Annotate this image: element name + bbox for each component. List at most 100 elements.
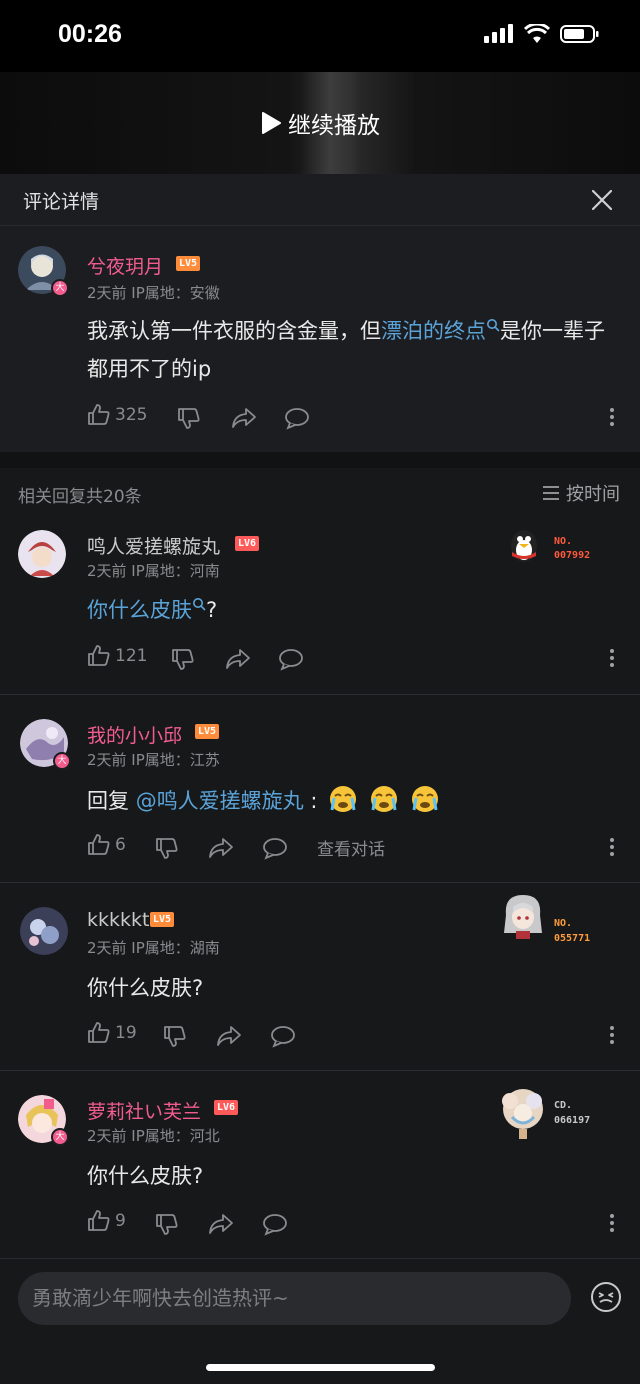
reply-icon[interactable] bbox=[262, 1212, 288, 1236]
reply-actions: 121 bbox=[87, 644, 617, 674]
main-comment: 大 兮夜玥月 LV5 2天前 IP属地：安徽 我承认第一件衣服的含金量，但漂泊的… bbox=[0, 226, 640, 452]
thumbs-up-icon bbox=[88, 404, 110, 425]
search-link[interactable]: 你什么皮肤 bbox=[87, 598, 192, 622]
fan-medal-label: NO. bbox=[554, 918, 573, 929]
reply-item: 鸣人爱搓螺旋丸 LV6 2天前 IP属地：河南 NO. 007992 你什么皮肤… bbox=[0, 516, 640, 694]
level-badge: LV6 bbox=[214, 1100, 239, 1115]
more-icon[interactable] bbox=[609, 1213, 615, 1233]
reply-icon[interactable] bbox=[278, 647, 304, 671]
play-icon bbox=[262, 112, 281, 134]
avatar[interactable]: 大 bbox=[18, 246, 69, 297]
thumbs-down-icon[interactable] bbox=[155, 836, 179, 860]
crying-emoji-icon bbox=[410, 784, 440, 826]
signal-icon bbox=[484, 24, 513, 43]
thumbs-up-icon bbox=[88, 1022, 110, 1043]
reply-actions: 6 查看对话 bbox=[87, 833, 617, 863]
reply-icon[interactable] bbox=[262, 836, 288, 860]
reply-meta: 2天前 IP属地：河南 bbox=[87, 562, 220, 580]
avatar[interactable]: 大 bbox=[20, 719, 71, 770]
avatar[interactable] bbox=[20, 907, 68, 955]
fan-medal-label: CD. bbox=[554, 1100, 573, 1111]
share-icon[interactable] bbox=[225, 647, 251, 671]
fan-medal-number: 055771 bbox=[554, 933, 591, 944]
thumbs-down-icon[interactable] bbox=[171, 647, 195, 671]
character-badge-icon bbox=[504, 895, 542, 939]
thumbs-down-icon[interactable] bbox=[155, 1212, 179, 1236]
like-button[interactable]: 19 bbox=[87, 1021, 137, 1045]
reply-item: 大 我的小小邱 LV5 2天前 IP属地：江苏 回复 @鸣人爱搓螺旋丸 : 6 … bbox=[0, 695, 640, 882]
like-button[interactable]: 325 bbox=[87, 403, 147, 427]
level-badge: LV6 bbox=[235, 536, 260, 551]
more-icon[interactable] bbox=[609, 837, 615, 857]
sort-icon bbox=[543, 486, 559, 500]
search-icon[interactable] bbox=[192, 597, 206, 611]
share-icon[interactable] bbox=[208, 836, 234, 860]
more-icon[interactable] bbox=[609, 1025, 615, 1045]
video-player[interactable]: 继续播放 bbox=[0, 72, 640, 174]
section-separator bbox=[0, 452, 640, 468]
status-time: 00:26 bbox=[58, 20, 122, 48]
group-badge-icon bbox=[502, 1089, 543, 1139]
search-link[interactable]: 漂泊的终点 bbox=[381, 319, 486, 343]
penguin-icon bbox=[511, 530, 537, 562]
resume-play-button[interactable]: 继续播放 bbox=[0, 72, 640, 174]
reply-item: kkkkktou LV5 2天前 IP属地：湖南 NO. 055771 你什么皮… bbox=[0, 883, 640, 1070]
fan-medal-label: NO. bbox=[554, 536, 573, 547]
reply-prefix: 回复 bbox=[87, 789, 136, 813]
wifi-icon bbox=[524, 24, 550, 43]
thumbs-up-icon bbox=[88, 1210, 110, 1231]
sort-button[interactable]: 按时间 bbox=[542, 480, 620, 506]
reply-actions: 19 bbox=[87, 1021, 617, 1051]
replies-header: 相关回复共20条 按时间 bbox=[0, 468, 640, 516]
home-indicator bbox=[206, 1364, 435, 1371]
thumbs-down-icon[interactable] bbox=[163, 1024, 187, 1048]
sort-label: 按时间 bbox=[566, 484, 620, 505]
crying-emoji-icon bbox=[328, 784, 358, 826]
share-icon[interactable] bbox=[208, 1212, 234, 1236]
like-button[interactable]: 9 bbox=[87, 1209, 126, 1233]
comment-text: 我承认第一件衣服的含金量，但 bbox=[87, 319, 381, 343]
emoji-icon[interactable] bbox=[590, 1281, 622, 1313]
page-title: 评论详情 bbox=[23, 191, 100, 213]
reply-icon[interactable] bbox=[270, 1024, 296, 1048]
fan-medal: NO. 055771 bbox=[500, 891, 610, 944]
avatar-image bbox=[18, 530, 66, 578]
like-count: 121 bbox=[115, 646, 148, 666]
comment-meta: 2天前 IP属地：安徽 bbox=[87, 284, 220, 302]
like-count: 325 bbox=[115, 405, 148, 425]
reply-username[interactable]: 鸣人爱搓螺旋丸 bbox=[87, 532, 220, 559]
resume-play-label: 继续播放 bbox=[288, 113, 380, 139]
more-icon[interactable] bbox=[609, 407, 615, 427]
close-icon[interactable] bbox=[590, 188, 614, 212]
vip-badge: 大 bbox=[53, 752, 71, 770]
level-badge: LV5 bbox=[195, 724, 220, 739]
like-count: 19 bbox=[115, 1023, 137, 1043]
comment-username[interactable]: 兮夜玥月 bbox=[87, 252, 163, 279]
reply-username[interactable]: 萝莉社い芙兰 bbox=[87, 1097, 201, 1124]
avatar[interactable]: 大 bbox=[18, 1095, 69, 1146]
like-count: 9 bbox=[115, 1211, 126, 1231]
reply-content: 你什么皮肤? bbox=[87, 976, 204, 1000]
thumbs-down-icon[interactable] bbox=[177, 406, 201, 430]
comment-input[interactable]: 勇敢滴少年啊快去创造热评~ bbox=[18, 1272, 571, 1325]
reply-count: 相关回复共20条 bbox=[18, 487, 142, 507]
reply-icon[interactable] bbox=[284, 406, 310, 430]
like-button[interactable]: 6 bbox=[87, 833, 126, 857]
avatar-image bbox=[20, 907, 68, 955]
view-conversation-link[interactable]: 查看对话 bbox=[317, 835, 385, 860]
vip-badge: 大 bbox=[51, 1128, 69, 1146]
reply-username[interactable]: 我的小小邱 bbox=[87, 721, 182, 748]
search-icon[interactable] bbox=[486, 318, 500, 332]
share-icon[interactable] bbox=[216, 1024, 242, 1048]
vip-badge: 大 bbox=[51, 279, 69, 297]
more-icon[interactable] bbox=[609, 648, 615, 668]
comment-detail-header: 评论详情 bbox=[0, 174, 640, 226]
avatar[interactable] bbox=[18, 530, 66, 578]
level-badge: LV5 bbox=[150, 912, 175, 927]
reply-meta: 2天前 IP属地：河北 bbox=[87, 1127, 220, 1145]
thumbs-up-icon bbox=[88, 645, 110, 666]
share-icon[interactable] bbox=[231, 406, 257, 430]
mention-link[interactable]: @鸣人爱搓螺旋丸 bbox=[136, 789, 304, 813]
status-bar: 00:26 bbox=[0, 0, 640, 72]
like-button[interactable]: 121 bbox=[87, 644, 147, 668]
